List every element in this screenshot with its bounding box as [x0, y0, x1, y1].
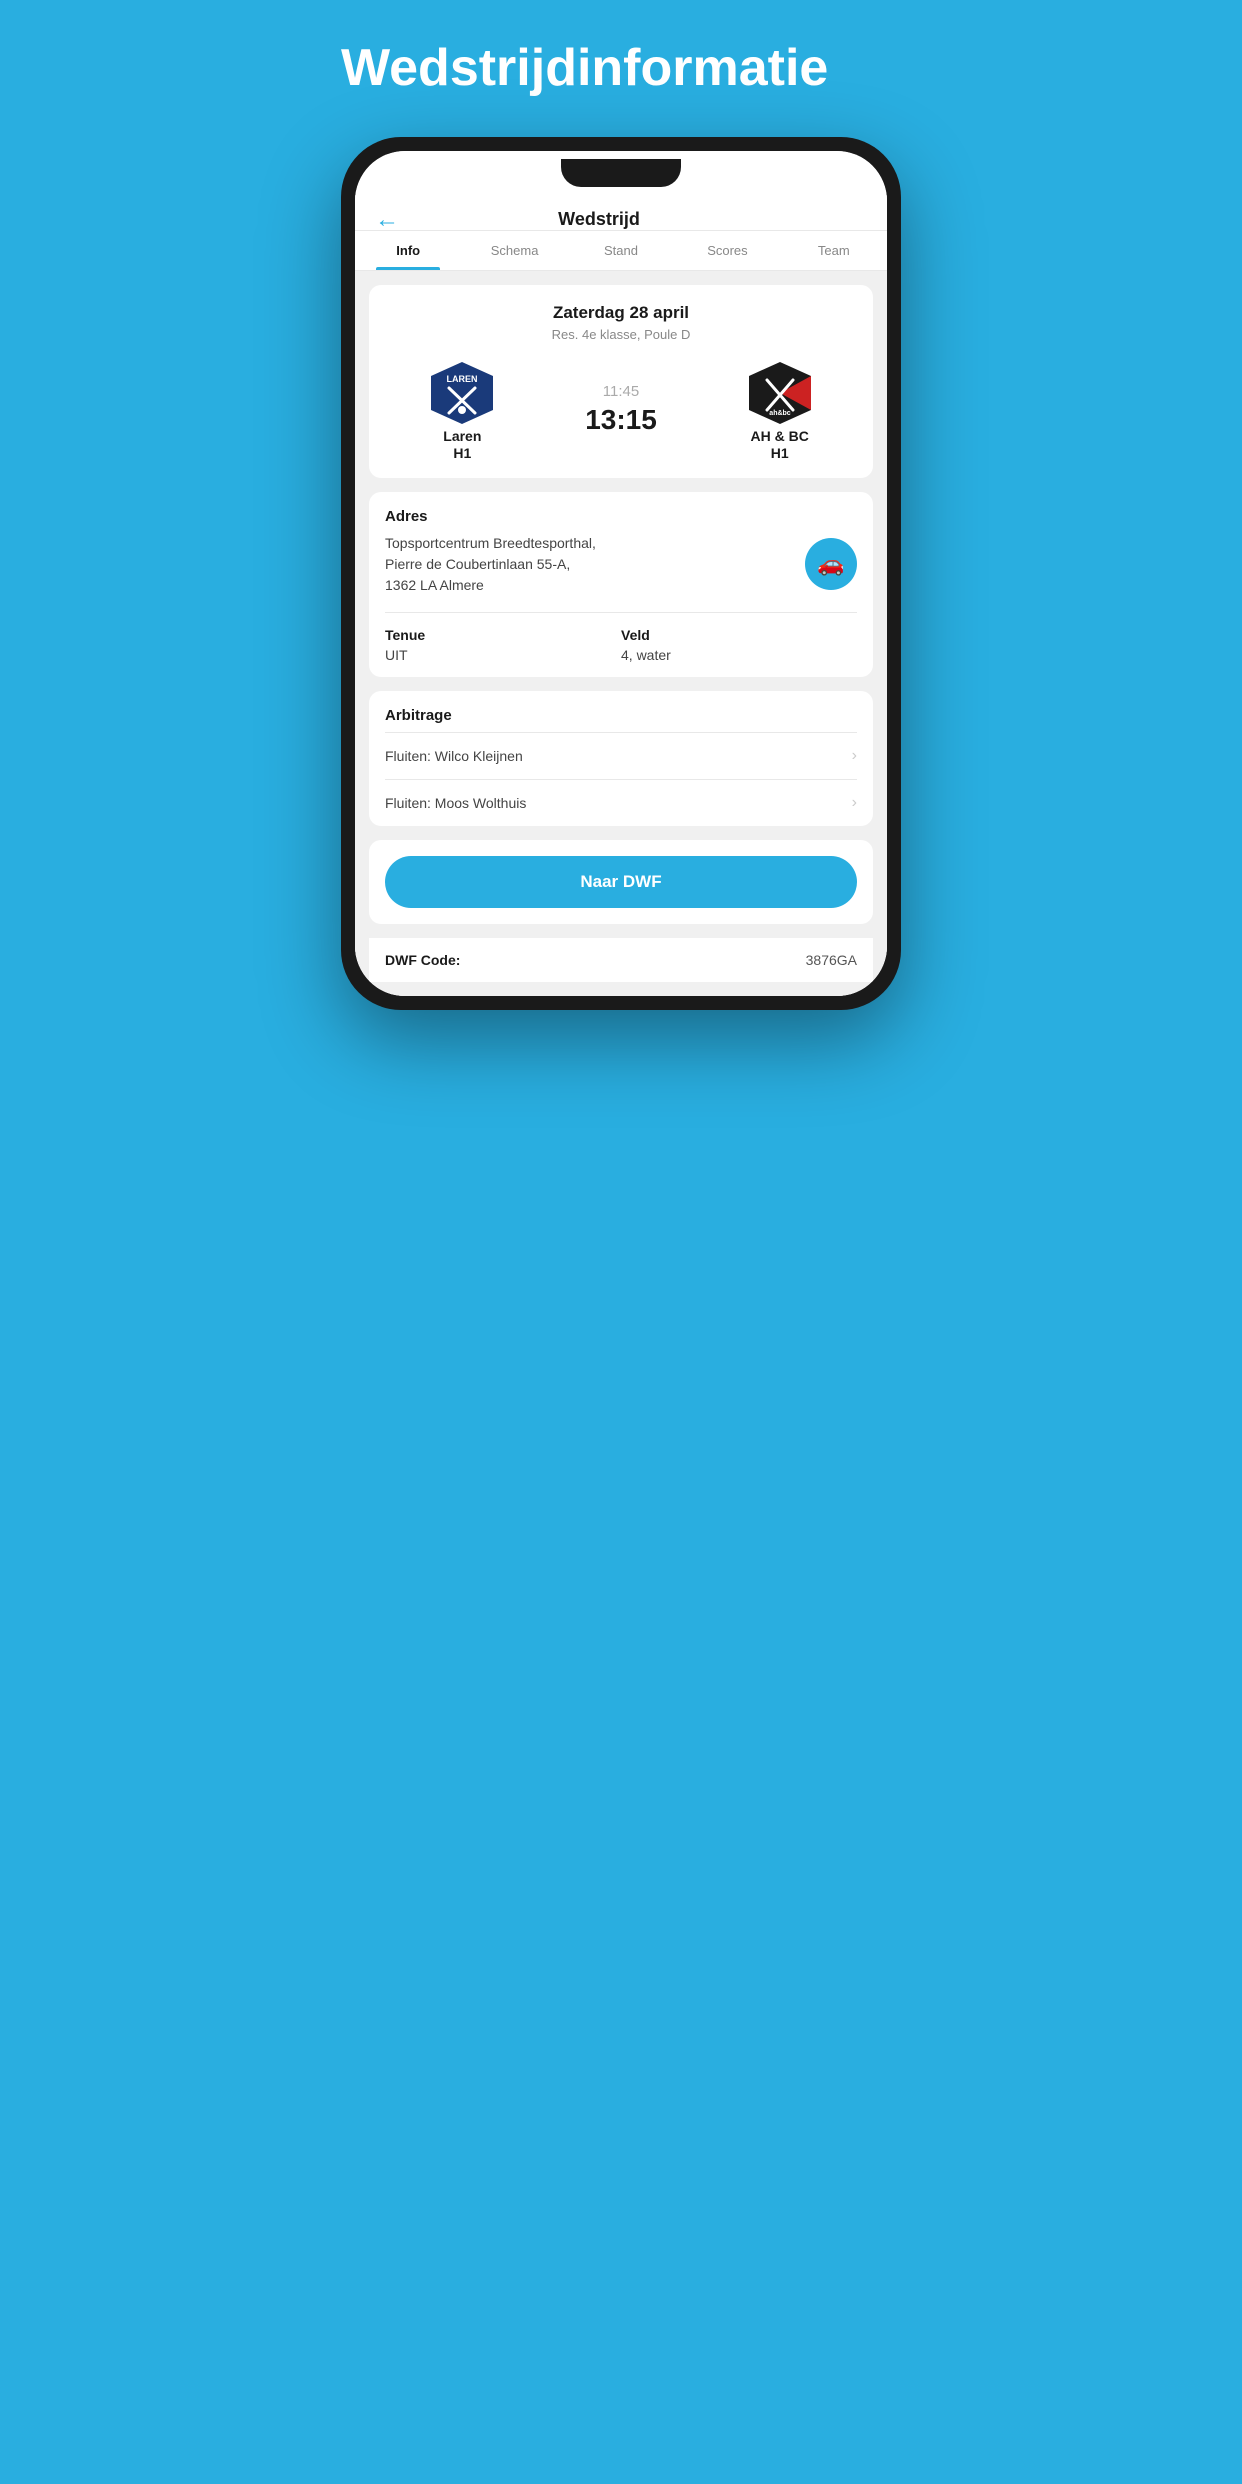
arbitrage-item-2[interactable]: Fluiten: Moos Wolthuis ›: [385, 779, 857, 826]
arbitrage-item-1[interactable]: Fluiten: Wilco Kleijnen ›: [385, 732, 857, 779]
score-actual-time: 13:15: [542, 404, 701, 436]
notch: [561, 159, 681, 187]
page-background-title: Wedstrijdinformatie: [341, 40, 901, 97]
arbitrage-name-2: Fluiten: Moos Wolthuis: [385, 795, 526, 811]
tenue-label: Tenue: [385, 627, 621, 643]
tenue-block: Tenue UIT: [385, 627, 621, 663]
tenue-value: UIT: [385, 647, 621, 663]
home-team-logo: LAREN: [427, 358, 497, 428]
fields-row: Tenue UIT Veld 4, water: [385, 613, 857, 677]
chevron-right-icon-2: ›: [852, 794, 857, 812]
tab-bar: Info Schema Stand Scores Team: [355, 231, 887, 271]
arbitrage-name-1: Fluiten: Wilco Kleijnen: [385, 748, 523, 764]
dwf-section: Naar DWF: [369, 840, 873, 924]
match-date: Zaterdag 28 april: [383, 303, 859, 323]
main-content: Zaterdag 28 april Res. 4e klasse, Poule …: [355, 271, 887, 996]
veld-block: Veld 4, water: [621, 627, 857, 663]
veld-value: 4, water: [621, 647, 857, 663]
tab-schema[interactable]: Schema: [461, 231, 567, 270]
navigate-button[interactable]: 🚗: [805, 538, 857, 590]
tab-team[interactable]: Team: [781, 231, 887, 270]
app-header: ← Wedstrijd: [355, 195, 887, 231]
address-text: Topsportcentrum Breedtesporthal, Pierre …: [385, 533, 596, 596]
svg-text:LAREN: LAREN: [447, 374, 478, 384]
screen-content: ← Wedstrijd Info Schema Stand Scores: [355, 195, 887, 996]
tab-scores[interactable]: Scores: [674, 231, 780, 270]
car-icon: 🚗: [817, 551, 844, 577]
notch-bar: [355, 151, 887, 195]
score-scheduled-time: 11:45: [542, 383, 701, 400]
arbitrage-section: Arbitrage Fluiten: Wilco Kleijnen › Flui…: [369, 691, 873, 826]
veld-label: Veld: [621, 627, 857, 643]
away-team-name: AH & BC H1: [751, 428, 809, 462]
home-team-name: Laren H1: [443, 428, 481, 462]
tab-info[interactable]: Info: [355, 231, 461, 270]
back-button[interactable]: ←: [375, 206, 399, 234]
phone-frame: ← Wedstrijd Info Schema Stand Scores: [341, 137, 901, 1010]
match-league: Res. 4e klasse, Poule D: [383, 327, 859, 342]
tab-stand[interactable]: Stand: [568, 231, 674, 270]
arbitrage-label: Arbitrage: [385, 707, 857, 724]
dwf-button[interactable]: Naar DWF: [385, 856, 857, 908]
dwf-code-value: 3876GA: [806, 952, 857, 968]
address-label: Adres: [385, 508, 857, 525]
away-team-logo: ah&bc: [745, 358, 815, 428]
dwf-code-row: DWF Code: 3876GA: [369, 938, 873, 982]
score-block: 11:45 13:15: [542, 383, 701, 436]
info-section: Adres Topsportcentrum Breedtesporthal, P…: [369, 492, 873, 677]
dwf-code-label: DWF Code:: [385, 952, 460, 968]
chevron-right-icon-1: ›: [852, 747, 857, 765]
home-team-block: LAREN Laren H1: [383, 358, 542, 462]
phone-screen: ← Wedstrijd Info Schema Stand Scores: [355, 151, 887, 996]
svg-text:ah&bc: ah&bc: [769, 410, 791, 417]
match-card: Zaterdag 28 april Res. 4e klasse, Poule …: [369, 285, 873, 478]
address-row: Topsportcentrum Breedtesporthal, Pierre …: [385, 533, 857, 613]
header-title: Wedstrijd: [558, 209, 640, 230]
teams-row: LAREN Laren H1: [383, 358, 859, 462]
away-team-block: ah&bc AH & BC H1: [700, 358, 859, 462]
